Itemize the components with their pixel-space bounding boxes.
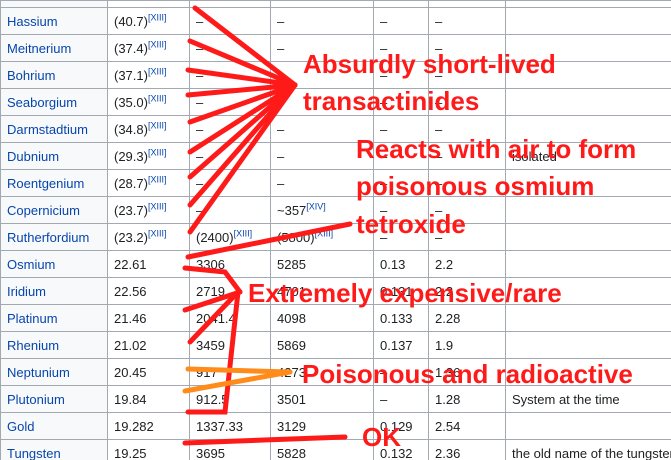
annotation-overlay: Absurdly short-lived transactinides Reac… xyxy=(182,5,636,452)
note-osmium-line1: Reacts with air to form xyxy=(356,134,636,164)
note-expensive: Extremely expensive/rare xyxy=(248,278,562,308)
note-ok: OK xyxy=(362,422,401,452)
annotation-arrows-short-lived xyxy=(185,5,298,235)
screenshot-area: Hassium (40.7)[XIII] – – – – Meitnerium (37.4)[… xyxy=(0,0,671,460)
annotation-arrow-ok xyxy=(182,434,348,446)
annotation-arrow-osmium xyxy=(185,221,353,260)
note-short-lived-line1: Absurdly short-lived xyxy=(303,49,556,79)
annotation-arrows-poisonous xyxy=(182,366,293,394)
note-poisonous: Poisonous and radioactive xyxy=(302,359,633,389)
note-osmium-line3: tetroxide xyxy=(356,209,466,239)
note-osmium-line2: poisonous osmium xyxy=(356,171,594,201)
note-short-lived-line2: transactinides xyxy=(303,86,479,116)
